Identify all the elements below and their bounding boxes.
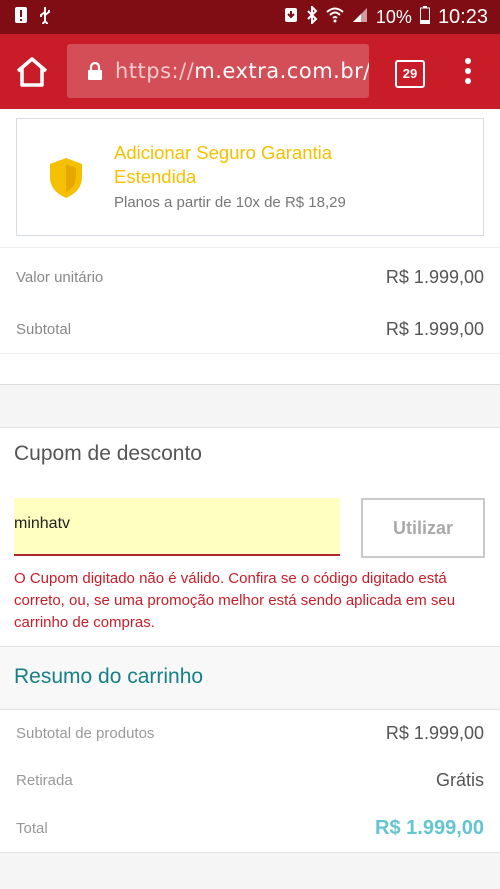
summary-total-row: Total R$ 1.999,00: [0, 804, 500, 852]
summary-total-label: Total: [16, 819, 48, 837]
subtotal-row: Subtotal R$ 1.999,00: [0, 306, 500, 353]
unit-price-label: Valor unitário: [16, 268, 104, 286]
summary-row: Subtotal de produtos R$ 1.999,00: [0, 710, 500, 757]
unit-price-value: R$ 1.999,00: [385, 266, 484, 287]
clock: 10:23: [437, 5, 488, 28]
status-bar: 10% 10:23: [0, 0, 500, 34]
alert-icon: [14, 6, 28, 29]
warranty-subtitle: Planos a partir de 10x de R$ 18,29: [114, 194, 346, 211]
cart-summary-title: Resumo do carrinho: [14, 665, 204, 688]
menu-dot-icon: [465, 68, 471, 74]
apply-coupon-button[interactable]: Utilizar: [361, 498, 485, 558]
home-button[interactable]: [14, 56, 50, 88]
shield-icon: [50, 158, 82, 198]
section-gap: [0, 384, 500, 427]
tab-switcher-button[interactable]: 29: [395, 60, 425, 88]
bluetooth-icon: [306, 4, 318, 29]
coupon-section: Cupom de desconto Utilizar O Cupom digit…: [0, 427, 500, 646]
warranty-title: Adicionar Seguro Garantia Estendida: [114, 142, 333, 187]
unit-price-row: Valor unitário R$ 1.999,00: [0, 248, 500, 306]
overflow-menu-button[interactable]: [458, 58, 478, 88]
summary-label: Retirada: [16, 772, 73, 789]
address-bar[interactable]: https://m.extra.com.br/?: [67, 44, 369, 98]
summary-total-value: R$ 1.999,00: [375, 816, 484, 839]
cart-summary: Subtotal de produtos R$ 1.999,00 Retirad…: [0, 709, 500, 853]
menu-dot-icon: [465, 58, 471, 64]
subtotal-label: Subtotal: [16, 321, 72, 338]
usb-icon: [38, 6, 52, 29]
summary-value: R$ 1.999,00: [385, 723, 484, 743]
warranty-section: Adicionar Seguro Garantia Estendida Plan…: [0, 109, 500, 248]
url-host: m.extra.com.br/?: [194, 59, 369, 83]
url-text: https://m.extra.com.br/?: [115, 59, 369, 83]
url-scheme: https://: [115, 59, 195, 83]
wifi-icon: [326, 7, 344, 28]
lock-icon: [88, 62, 102, 80]
subtotal-value: R$ 1.999,00: [385, 319, 484, 339]
home-icon: [16, 57, 48, 87]
divider: [0, 353, 500, 384]
summary-row: Retirada Grátis: [0, 757, 500, 804]
download-icon: [284, 7, 298, 28]
coupon-title: Cupom de desconto: [14, 442, 202, 465]
summary-label: Subtotal de produtos: [16, 725, 155, 742]
page-content: Adicionar Seguro Garantia Estendida Plan…: [0, 109, 500, 853]
summary-value: Grátis: [435, 770, 484, 790]
menu-dot-icon: [465, 78, 471, 84]
cart-summary-header: Resumo do carrinho: [0, 646, 500, 707]
battery-percent: 10%: [375, 6, 412, 27]
browser-toolbar: https://m.extra.com.br/? 29: [0, 34, 500, 109]
coupon-input[interactable]: [14, 498, 340, 556]
coupon-error-message: O Cupom digitado não é válido. Confira s…: [14, 570, 456, 631]
signal-icon: [352, 7, 368, 28]
warranty-offer[interactable]: Adicionar Seguro Garantia Estendida Plan…: [16, 118, 484, 236]
battery-icon: [419, 5, 430, 29]
